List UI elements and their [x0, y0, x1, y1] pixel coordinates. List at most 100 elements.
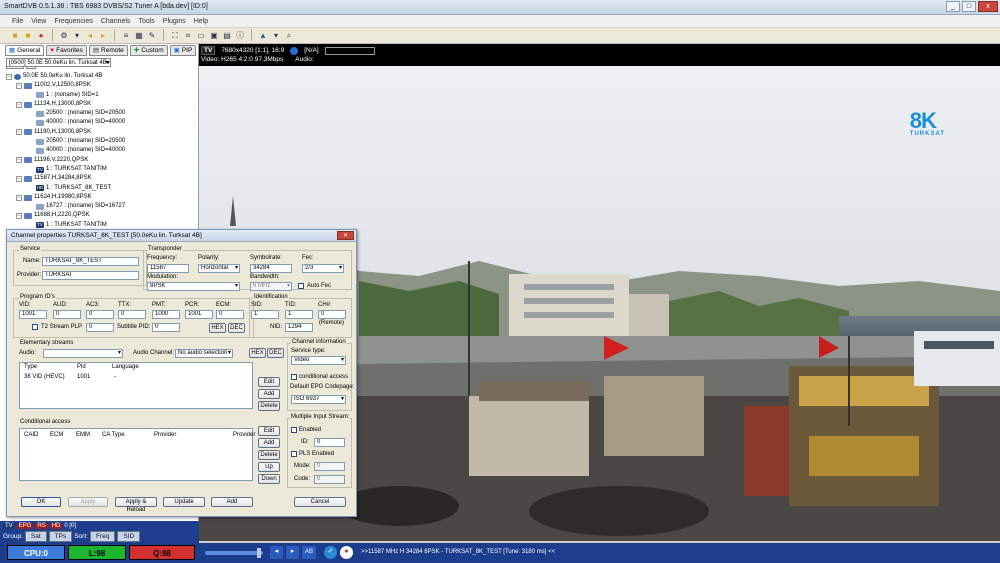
- window-icon[interactable]: ▭: [196, 31, 206, 41]
- menu-help[interactable]: Help: [194, 15, 208, 27]
- tree-item[interactable]: 16727 : (noname) SID=16727: [6, 202, 196, 211]
- hat-icon[interactable]: ▲: [258, 31, 268, 41]
- frequency-field[interactable]: 11587: [147, 264, 189, 273]
- auto-fec-checkbox[interactable]: [298, 283, 304, 289]
- stream-add-button[interactable]: Add: [258, 389, 280, 399]
- collapse-icon[interactable]: −: [16, 129, 22, 136]
- audio-hex-button[interactable]: HEX: [249, 348, 266, 358]
- collapse-icon[interactable]: −: [16, 213, 22, 220]
- menu-frequencies[interactable]: Frequencies: [54, 15, 93, 27]
- maximize-button[interactable]: □: [962, 1, 976, 12]
- stream-edit-button[interactable]: Edit: [258, 377, 280, 387]
- tree-item[interactable]: − 11587,H,34284,8PSK: [6, 174, 196, 183]
- sort-sid-button[interactable]: SID: [117, 531, 141, 542]
- tree-item[interactable]: − 11002,V,12500,8PSK: [6, 81, 196, 90]
- t2-stream-plp-checkbox[interactable]: [32, 324, 38, 330]
- check-icon[interactable]: ✓: [324, 546, 337, 559]
- aud-field[interactable]: 0: [53, 310, 81, 319]
- crop-icon[interactable]: ⌗: [183, 31, 193, 41]
- tab-custom[interactable]: ✚ Custom: [129, 45, 168, 56]
- ecm-field[interactable]: 0: [216, 310, 244, 319]
- tid-field[interactable]: 1: [285, 310, 313, 319]
- sort-freq-button[interactable]: Freq: [89, 531, 116, 542]
- epg-codepage-select[interactable]: ISO 6937: [291, 395, 346, 404]
- prev-channel-button[interactable]: ◂: [270, 546, 283, 559]
- open-folder-icon[interactable]: ■: [10, 31, 20, 41]
- forward-icon[interactable]: ▸: [98, 31, 108, 41]
- vid-field[interactable]: 1001: [19, 310, 47, 319]
- tree-item[interactable]: − 50.0E 50.0eKu lin. Turksat 4B: [6, 72, 196, 81]
- pcr-field[interactable]: 1001: [185, 310, 213, 319]
- grid-icon[interactable]: ▦: [134, 31, 144, 41]
- audio-select[interactable]: [43, 349, 123, 358]
- screen-icon[interactable]: ▣: [209, 31, 219, 41]
- fullscreen-icon[interactable]: ⛶: [170, 31, 180, 41]
- pid-dec-button[interactable]: DEC: [228, 323, 245, 333]
- folder-icon[interactable]: ■: [23, 31, 33, 41]
- volume-knob[interactable]: [257, 548, 261, 558]
- menu-file[interactable]: File: [12, 15, 23, 27]
- collapse-icon[interactable]: −: [16, 101, 22, 108]
- tree-item[interactable]: − 11624,H,19980,8PSK: [6, 193, 196, 202]
- collapse-icon[interactable]: −: [16, 175, 22, 182]
- ca-add-button[interactable]: Add: [258, 438, 280, 448]
- stream-row-type[interactable]: 36 VID (HEVC): [24, 374, 65, 380]
- info-icon[interactable]: ⓘ: [235, 31, 245, 41]
- collapse-icon[interactable]: −: [6, 73, 12, 80]
- tab-remote[interactable]: ▤ Remote: [88, 45, 128, 56]
- update-button[interactable]: Update: [163, 497, 205, 507]
- epg-badge[interactable]: EPG: [16, 523, 34, 529]
- tree-item[interactable]: 20500 : (noname) SID=20500: [6, 109, 196, 118]
- audio-channel-select[interactable]: No audio selection: [175, 349, 233, 358]
- mis-enabled-checkbox[interactable]: [291, 427, 297, 433]
- tree-item[interactable]: − 11190,H,13000,8PSK: [6, 128, 196, 137]
- mis-id-field[interactable]: 0: [314, 438, 345, 447]
- group-tps-button[interactable]: TPs: [48, 531, 73, 542]
- cancel-button[interactable]: Cancel: [294, 497, 346, 507]
- tree-item[interactable]: − 11196,V,2220,QPSK: [6, 156, 196, 165]
- provider-field[interactable]: TURKSAT: [42, 271, 139, 280]
- sid-field[interactable]: 1: [251, 310, 279, 319]
- tab-pip[interactable]: ▣ PIP: [169, 45, 197, 56]
- volume-slider[interactable]: [205, 548, 263, 558]
- collapse-icon[interactable]: −: [16, 82, 22, 89]
- ca-down-button[interactable]: Down: [258, 474, 280, 484]
- list-icon[interactable]: ≡: [121, 31, 131, 41]
- stream-row-pid[interactable]: 1001: [77, 374, 90, 380]
- record-icon[interactable]: ●: [340, 546, 353, 559]
- apply-button[interactable]: Apply: [68, 497, 108, 507]
- dialog-close-button[interactable]: ✕: [337, 231, 354, 240]
- teletext-icon[interactable]: ▤: [222, 31, 232, 41]
- t2-stream-plp-field[interactable]: 0: [86, 323, 114, 332]
- ca-delete-button[interactable]: Delete: [258, 450, 280, 460]
- pid-hex-button[interactable]: HEX: [209, 323, 226, 333]
- next-channel-button[interactable]: ▸: [286, 546, 299, 559]
- audio-dec-button[interactable]: DEC: [267, 348, 284, 358]
- tv-badge[interactable]: TV: [3, 523, 15, 529]
- dropdown-icon[interactable]: ▾: [72, 31, 82, 41]
- tree-item[interactable]: − 11688,H,2220,QPSK: [6, 211, 196, 220]
- channel-selector[interactable]: [0500] 50.0E 50.0eKu lin. Turksat 4B ▾: [6, 58, 111, 67]
- bandwidth-select[interactable]: 6 MHz: [250, 282, 292, 291]
- service-type-select[interactable]: Video: [291, 356, 346, 365]
- close-button[interactable]: x: [978, 1, 998, 12]
- ttx-field[interactable]: 0: [118, 310, 146, 319]
- pls-code-field[interactable]: 0: [314, 475, 345, 484]
- stream-delete-button[interactable]: Delete: [258, 401, 280, 411]
- minimize-button[interactable]: _: [946, 1, 960, 12]
- name-field[interactable]: TURKSAT_8K_TEST: [42, 257, 139, 266]
- conditional-access-checkbox[interactable]: [291, 374, 297, 380]
- hd-badge[interactable]: HD: [49, 523, 63, 529]
- tree-item[interactable]: 20500 : (noname) SID=20500: [6, 137, 196, 146]
- tree-item[interactable]: − 11134,H,13000,8PSK: [6, 100, 196, 109]
- dropdown-icon[interactable]: ▾: [271, 31, 281, 41]
- audio-mute-icon[interactable]: [290, 46, 299, 55]
- rs-badge[interactable]: RS: [35, 523, 48, 529]
- fec-select[interactable]: 2/3: [302, 264, 344, 273]
- collapse-icon[interactable]: −: [16, 194, 22, 201]
- tree-item[interactable]: 1 : (noname) SID=1: [6, 91, 196, 100]
- channel-tree[interactable]: −50.0E 50.0eKu lin. Turksat 4B −11002,V,1…: [6, 72, 196, 230]
- pls-enabled-checkbox[interactable]: [291, 451, 297, 457]
- tab-favorites[interactable]: ♥ Favorites: [46, 45, 87, 56]
- add-button[interactable]: Add: [211, 497, 253, 507]
